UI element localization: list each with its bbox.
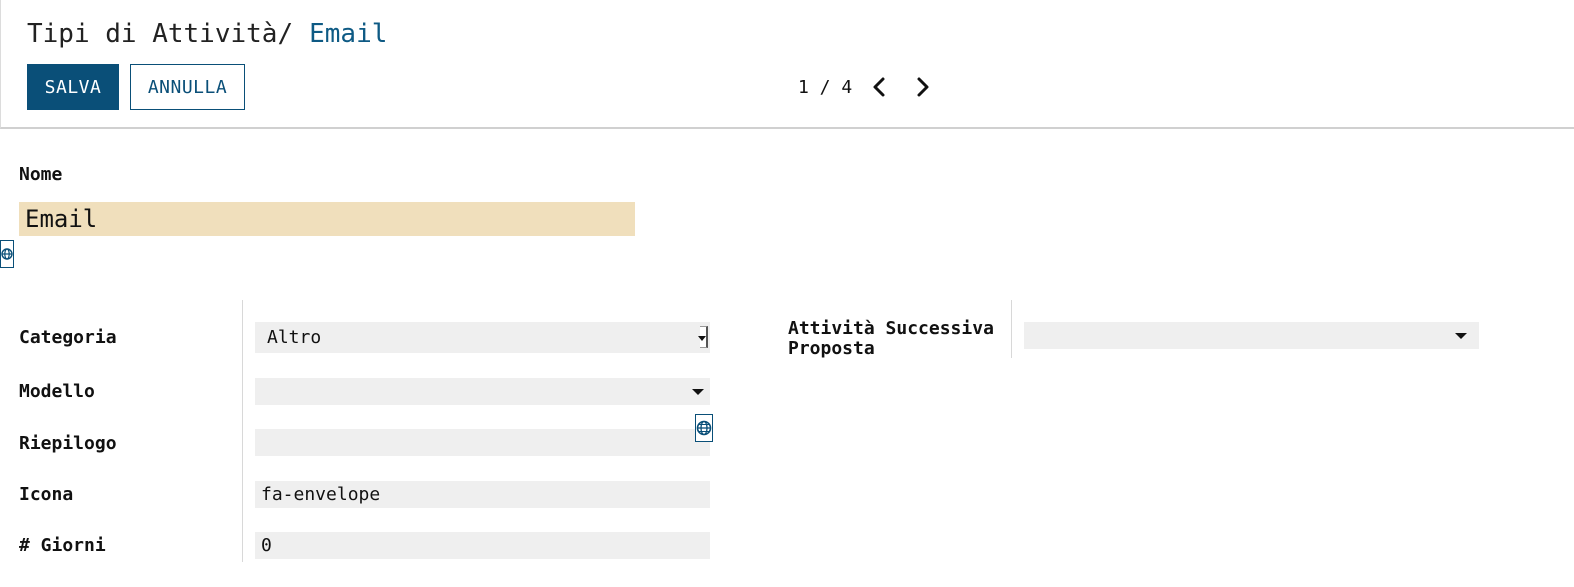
globe-icon[interactable] [695, 414, 713, 442]
summary-input[interactable] [255, 429, 710, 456]
column-separator [242, 300, 243, 562]
cancel-button[interactable]: ANNULLA [130, 64, 245, 110]
caret-down-icon [698, 326, 708, 348]
days-input[interactable]: 0 [255, 532, 710, 559]
summary-label: Riepilogo [19, 433, 117, 454]
breadcrumb-parent[interactable]: Tipi di Attività [27, 19, 277, 49]
name-input[interactable]: Email [19, 202, 635, 236]
chevron-right-icon[interactable] [911, 76, 933, 98]
next-activity-select[interactable] [1024, 322, 1479, 349]
breadcrumb-separator: / [277, 19, 294, 49]
category-value: Altro [267, 327, 322, 348]
model-label: Modello [19, 381, 95, 402]
name-label: Nome [19, 164, 63, 185]
pager-value[interactable]: 1 / 4 [798, 72, 852, 102]
caret-down-icon [692, 388, 704, 395]
control-panel: Tipi di Attività/ Email SALVA ANNULLA 1 /… [0, 0, 1574, 129]
icon-label: Icona [19, 484, 74, 505]
category-label: Categoria [19, 327, 117, 348]
globe-icon[interactable] [0, 240, 14, 268]
days-label: # Giorni [19, 535, 106, 556]
form-view: Tipi di Attività/ Email SALVA ANNULLA 1 /… [0, 0, 1574, 587]
save-button[interactable]: SALVA [27, 64, 119, 110]
category-select[interactable]: Altro [255, 322, 710, 353]
breadcrumb: Tipi di Attività/ Email [27, 18, 387, 50]
column-separator [1011, 300, 1012, 358]
chevron-left-icon[interactable] [869, 76, 891, 98]
next-activity-label-line2: Proposta [788, 338, 875, 359]
breadcrumb-current: Email [309, 19, 388, 49]
model-select[interactable] [255, 378, 710, 405]
caret-down-icon [1455, 332, 1467, 339]
icon-input[interactable]: fa-envelope [255, 481, 710, 508]
next-activity-label-line1: Attività Successiva [788, 318, 994, 339]
